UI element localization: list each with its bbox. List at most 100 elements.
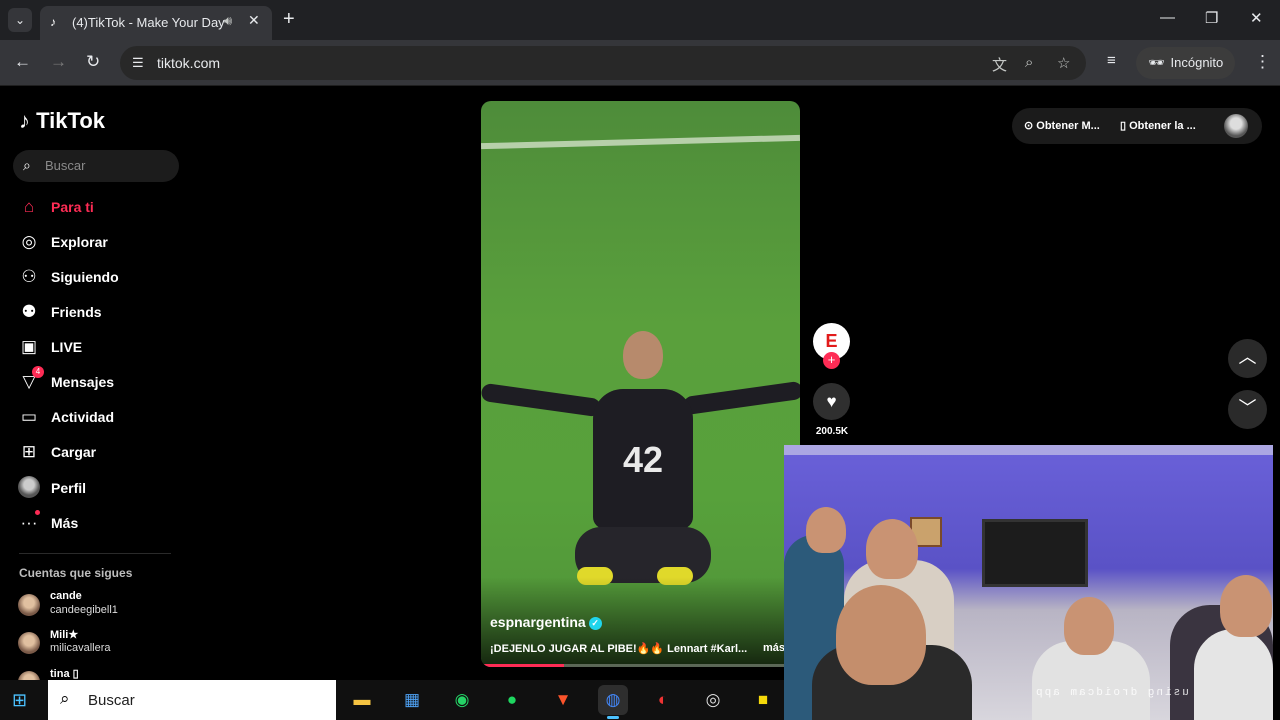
sidebar-item-label: Actividad: [51, 409, 115, 425]
sticky-notes-icon[interactable]: ■: [748, 685, 778, 715]
top-actions: ⊙ Obtener M... ▯ Obtener la ...: [1012, 108, 1262, 144]
jersey-number: 42: [622, 439, 664, 480]
sidebar-item-mensajes[interactable]: ▽ 4 Mensajes: [18, 366, 178, 397]
sidebar-item-label: Para ti: [51, 199, 94, 215]
more-icon: ···: [20, 513, 38, 532]
restore-icon[interactable]: ❐: [1205, 9, 1218, 27]
tab-search-button[interactable]: ⌄: [8, 8, 32, 32]
sidebar-item-siguiendo[interactable]: ⚇ Siguiendo: [18, 264, 178, 292]
file-explorer-icon[interactable]: ▬: [347, 685, 377, 715]
person-head: [806, 507, 846, 553]
forward-icon[interactable]: →: [50, 52, 67, 72]
person-head: [866, 519, 918, 579]
sidebar-item-mas[interactable]: ··· Más: [18, 510, 178, 538]
brave-icon[interactable]: ▼: [548, 685, 578, 715]
avatar: [18, 671, 40, 680]
reload-icon[interactable]: ↻: [86, 52, 100, 72]
taskbar-search-placeholder: Buscar: [88, 692, 135, 709]
like-button[interactable]: ♥: [813, 383, 850, 420]
chrome-icon[interactable]: ◍: [598, 685, 628, 719]
tiktok-note-icon: ♪: [19, 108, 30, 133]
whatsapp-icon[interactable]: ◉: [447, 685, 477, 715]
taskbar-search-input[interactable]: ⌕ Buscar: [48, 680, 336, 720]
sidebar-item-label: Friends: [51, 304, 102, 320]
sidebar-item-para-ti[interactable]: ⌂ Para ti: [18, 194, 178, 222]
player-arm-right: [682, 380, 800, 416]
spotify-icon[interactable]: ●: [497, 685, 527, 715]
sidebar-item-cargar[interactable]: ⊞ Cargar: [18, 439, 178, 467]
close-tab-icon[interactable]: ✕: [248, 12, 260, 29]
search-input[interactable]: ⌕ Buscar: [13, 150, 179, 182]
sidebar-item-perfil[interactable]: Perfil: [18, 475, 178, 503]
friends-icon: ⚉: [21, 302, 37, 321]
minimize-icon[interactable]: —: [1160, 9, 1175, 26]
menu-kebab-icon[interactable]: ⋮: [1254, 52, 1271, 72]
video-player[interactable]: 42 espnargentina ✓ ¡DEJENLO JUGAR AL PIBE…: [481, 101, 800, 667]
get-app-button[interactable]: ▯ Obtener la ...: [1120, 119, 1196, 132]
translate-icon[interactable]: 文: [992, 54, 1007, 75]
video-progress-bar[interactable]: [481, 664, 800, 667]
followed-account[interactable]: Mili★ milicavallera: [18, 628, 178, 662]
search-placeholder: Buscar: [45, 158, 86, 173]
sidebar-item-label: Cargar: [51, 444, 97, 460]
address-bar[interactable]: ☰ tiktok.com 文 ⌕ ☆: [120, 46, 1086, 80]
sidebar-item-label: Perfil: [51, 480, 87, 496]
account-username: milicavallera: [50, 642, 111, 654]
previous-video-button[interactable]: ︿: [1228, 339, 1267, 378]
followed-account[interactable]: tina ▯: [18, 667, 178, 680]
sidebar-item-live[interactable]: ▣ LIVE: [18, 334, 178, 362]
windows-start-icon[interactable]: ⊞: [12, 690, 32, 710]
sidebar-item-label: LIVE: [51, 339, 83, 355]
sidebar-item-label: Siguiendo: [51, 269, 119, 285]
browser-tab[interactable]: ♪ (4)TikTok - Make Your Day 🔊︎ ✕: [40, 6, 272, 40]
back-icon[interactable]: ←: [14, 52, 31, 72]
profile-avatar[interactable]: [1224, 114, 1248, 138]
sidebar-item-explorar[interactable]: ◎ Explorar: [18, 229, 178, 257]
url-text: tiktok.com: [157, 55, 221, 71]
webcam-overlay: using droidcam app: [784, 445, 1273, 720]
browser-toolbar: ← → ↻ ☰ tiktok.com 文 ⌕ ☆ ≡ 🕶︎ Incógnito ⋮: [0, 40, 1280, 86]
chevron-up-icon: ︿: [1238, 347, 1257, 367]
account-name: cande: [50, 590, 82, 602]
compass-icon: ◎: [21, 232, 37, 251]
notification-dot: [35, 510, 40, 515]
incognito-button[interactable]: 🕶︎ Incógnito: [1136, 47, 1236, 79]
messages-badge: 4: [32, 366, 44, 378]
heart-icon: ♥: [826, 392, 837, 411]
get-coins-button[interactable]: ⊙ Obtener M...: [1024, 119, 1100, 132]
followed-account[interactable]: cande candeegibell1: [18, 590, 178, 624]
following-section-title: Cuentas que sigues: [19, 566, 133, 580]
avatar: [18, 632, 40, 654]
microsoft-store-icon[interactable]: ▦: [397, 685, 427, 715]
sidebar-item-friends[interactable]: ⚉ Friends: [18, 299, 178, 327]
account-name: Mili★: [50, 629, 79, 641]
home-icon: ⌂: [23, 197, 35, 216]
speaker-icon[interactable]: 🔊︎: [224, 13, 232, 29]
like-count: 200.5K: [815, 426, 849, 437]
follow-plus-icon[interactable]: +: [823, 352, 840, 369]
tiktok-logo[interactable]: ♪ TikTok: [19, 108, 105, 134]
zoom-icon[interactable]: ⌕: [1025, 54, 1033, 71]
incognito-icon: 🕶︎: [1148, 55, 1165, 70]
sidebar-item-label: Mensajes: [51, 374, 115, 390]
next-video-button[interactable]: ﹀: [1228, 390, 1267, 429]
pitch-line: [481, 134, 800, 150]
logo-text: TikTok: [36, 108, 105, 133]
active-app-indicator: [607, 716, 619, 719]
site-info-icon[interactable]: ☰: [132, 55, 144, 71]
webcam-caption: using droidcam app: [1034, 687, 1189, 699]
close-window-icon[interactable]: ✕: [1250, 9, 1263, 27]
tab-title: (4)TikTok - Make Your Day: [72, 15, 225, 30]
room-ceiling: [784, 445, 1273, 455]
sidebar-item-actividad[interactable]: ▭ Actividad: [18, 404, 178, 432]
media-control-icon[interactable]: ≡: [1107, 52, 1116, 69]
account-username: candeegibell1: [50, 604, 118, 616]
more-link[interactable]: más: [763, 642, 785, 654]
video-author[interactable]: espnargentina ✓: [490, 614, 602, 630]
person-head: [1064, 597, 1114, 655]
droidcam-icon[interactable]: ◎: [698, 685, 728, 715]
bookmark-star-icon[interactable]: ☆: [1057, 54, 1070, 72]
recorder-icon[interactable]: ◐: [648, 685, 678, 715]
search-icon: ⌕: [23, 157, 31, 173]
new-tab-button[interactable]: +: [283, 9, 295, 29]
